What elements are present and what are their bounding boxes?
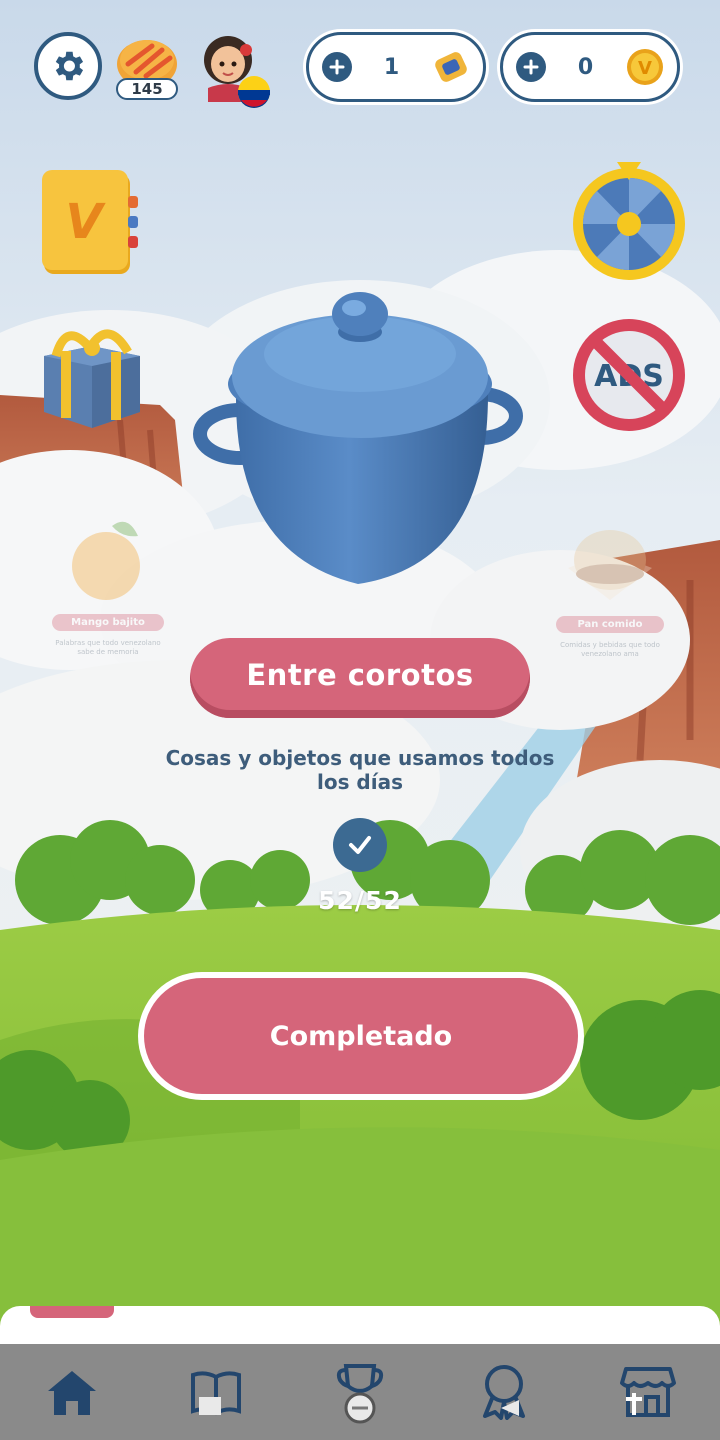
remove-ads-button[interactable]: ADS [570,316,688,434]
game-screen: 145 1 0 V V Mango bajito Palabras que to… [0,0,720,1440]
book-v-icon: V [42,170,138,274]
level-illustration [188,284,532,594]
mango-icon [72,521,140,600]
coin-count: 0 [577,54,594,80]
completed-button[interactable]: Completado [138,972,584,1100]
cooking-pot-icon [193,292,523,584]
plus-icon [523,59,539,75]
home-icon [48,1371,96,1415]
coin-letter: V [638,58,652,79]
book-icon [191,1371,241,1416]
add-coin-button[interactable] [516,52,546,82]
spin-wheel-button[interactable] [570,158,688,282]
nav-home[interactable] [37,1357,107,1427]
dictionary-button[interactable]: V [40,166,144,278]
settings-button[interactable] [34,32,102,100]
nav-medal[interactable] [469,1357,539,1427]
nav-store[interactable] [613,1357,683,1427]
medal-icon [483,1365,525,1420]
no-ads-icon: ADS [573,319,685,431]
power-ticket-icon [435,52,467,82]
bread-count: 145 [116,78,178,100]
book-letter: V [65,194,106,250]
level-title-banner: Entre corotos [190,638,530,718]
arepa-icon [568,530,652,600]
store-icon [620,1367,676,1417]
prize-wheel-icon [573,162,685,280]
coin-icon: V [627,49,663,85]
gear-icon [55,51,84,81]
level-subtitle: Cosas y objetos que usamos todos los día… [165,746,555,794]
add-power-button[interactable] [322,52,352,82]
checkmark-icon [349,836,371,854]
nav-trophy[interactable] [325,1357,395,1427]
gift-button[interactable] [36,312,148,432]
completed-button-label: Completado [144,978,578,1094]
gift-icon [44,329,140,428]
previous-level-preview[interactable]: Mango bajito Palabras que todo venezolan… [52,512,164,657]
plus-icon [329,59,345,75]
bottom-navigation [0,1344,720,1440]
avatar-girl-icon [204,36,270,108]
power-count: 1 [383,54,400,80]
next-level-preview[interactable]: Pan comido Comidas y bebidas que todo ve… [556,516,664,659]
completed-check [333,818,387,872]
avatar[interactable] [196,30,272,110]
active-tab-indicator [30,1306,114,1318]
level-progress: 52/52 [318,886,402,915]
next-level-title: Pan comido [556,616,664,633]
next-level-desc: Comidas y bebidas que todo venezolano am… [560,641,660,658]
nav-book[interactable] [181,1357,251,1427]
previous-level-title: Mango bajito [52,614,164,631]
coin-currency[interactable]: 0 V [500,32,680,102]
power-currency[interactable]: 1 [306,32,486,102]
previous-level-desc: Palabras que todo venezolano sabe de mem… [55,639,161,656]
trophy-icon [336,1364,384,1424]
